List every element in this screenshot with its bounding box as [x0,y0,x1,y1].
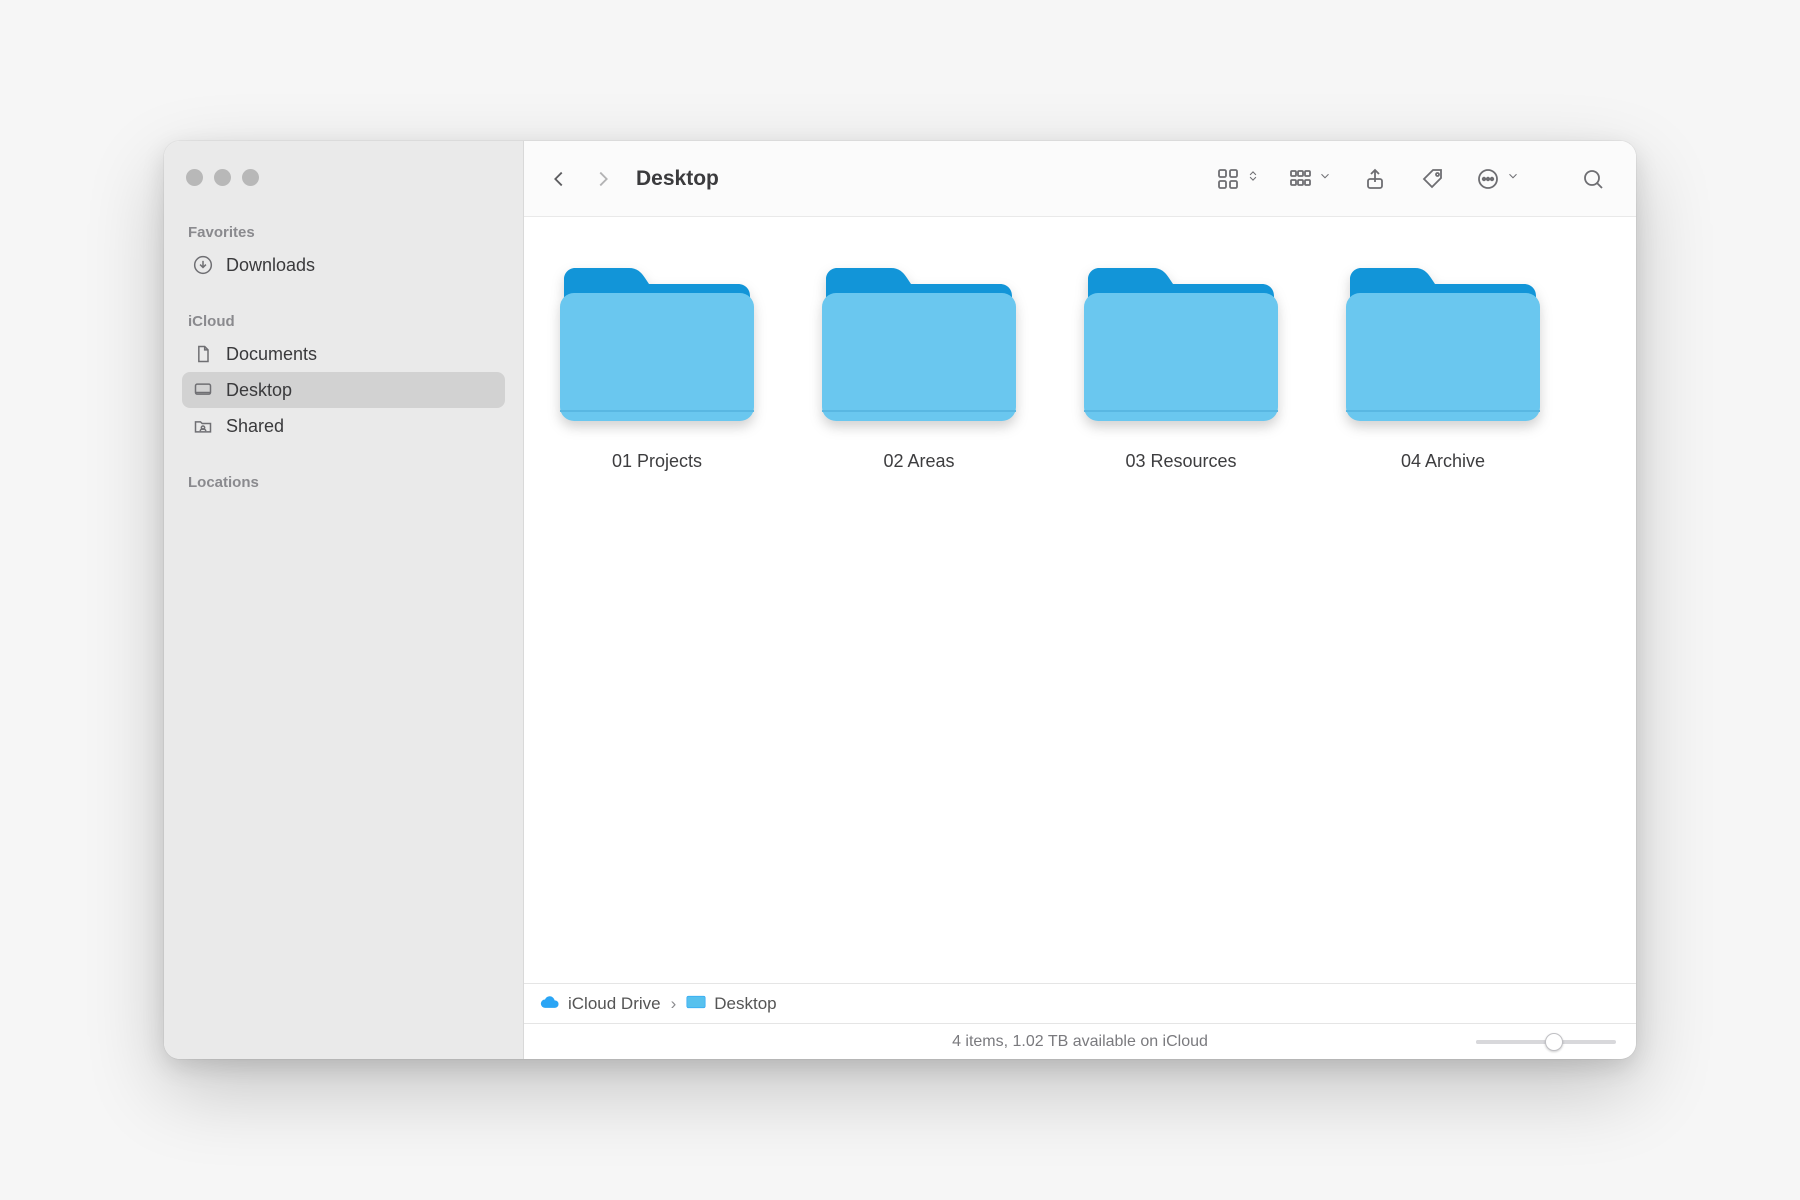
toolbar: Desktop [524,141,1636,217]
forward-button[interactable] [588,164,618,194]
minimize-window-button[interactable] [214,169,231,186]
document-icon [192,343,214,365]
folder-item[interactable]: 02 Areas [816,261,1022,472]
shared-folder-icon [192,415,214,437]
path-segment-label: Desktop [714,994,776,1014]
path-segment-desktop[interactable]: Desktop [686,994,776,1014]
sidebar-item-shared[interactable]: Shared [182,408,505,444]
updown-icon [1246,169,1260,188]
download-icon [192,254,214,276]
sidebar-item-label: Shared [226,416,284,437]
window-title: Desktop [636,167,719,191]
window-controls [182,163,505,186]
path-segment-label: iCloud Drive [568,994,661,1014]
main-pane: Desktop [524,141,1636,1059]
desktop-small-icon [686,994,706,1014]
status-text: 4 items, 1.02 TB available on iCloud [952,1033,1208,1051]
folder-icon [1078,261,1284,433]
sidebar: Favorites Downloads iCloud Documents Des… [164,141,524,1059]
folder-item[interactable]: 04 Archive [1340,261,1546,472]
icon-size-slider[interactable] [1476,1040,1616,1044]
tags-button[interactable] [1418,164,1448,194]
folder-item[interactable]: 03 Resources [1078,261,1284,472]
share-button[interactable] [1360,164,1390,194]
folder-icon [1340,261,1546,433]
folder-label: 03 Resources [1125,451,1236,472]
chevron-down-icon [1506,169,1520,188]
search-button[interactable] [1578,164,1608,194]
finder-window: Favorites Downloads iCloud Documents Des… [164,141,1636,1059]
chevron-right-icon: › [671,994,677,1014]
slider-knob[interactable] [1545,1033,1563,1051]
folder-item[interactable]: 01 Projects [554,261,760,472]
sidebar-section-icloud: iCloud [182,313,505,336]
sidebar-item-label: Downloads [226,255,315,276]
view-mode-button[interactable] [1216,167,1260,191]
group-by-button[interactable] [1288,167,1332,191]
folder-label: 04 Archive [1401,451,1485,472]
more-actions-button[interactable] [1476,167,1520,191]
chevron-down-icon [1318,169,1332,188]
path-bar: iCloud Drive › Desktop [524,983,1636,1023]
sidebar-item-documents[interactable]: Documents [182,336,505,372]
folder-label: 01 Projects [612,451,702,472]
sidebar-item-label: Desktop [226,380,292,401]
path-segment-icloud[interactable]: iCloud Drive [540,994,661,1014]
zoom-window-button[interactable] [242,169,259,186]
sidebar-section-favorites: Favorites [182,224,505,247]
close-window-button[interactable] [186,169,203,186]
icloud-icon [540,994,560,1014]
status-bar: 4 items, 1.02 TB available on iCloud [524,1023,1636,1059]
icon-grid: 01 Projects 02 Areas 03 Resources 04 Arc… [524,217,1636,983]
folder-icon [554,261,760,433]
sidebar-item-desktop[interactable]: Desktop [182,372,505,408]
sidebar-item-label: Documents [226,344,317,365]
folder-icon [816,261,1022,433]
sidebar-section-locations: Locations [182,474,505,497]
folder-label: 02 Areas [883,451,954,472]
back-button[interactable] [544,164,574,194]
sidebar-item-downloads[interactable]: Downloads [182,247,505,283]
desktop-icon [192,379,214,401]
